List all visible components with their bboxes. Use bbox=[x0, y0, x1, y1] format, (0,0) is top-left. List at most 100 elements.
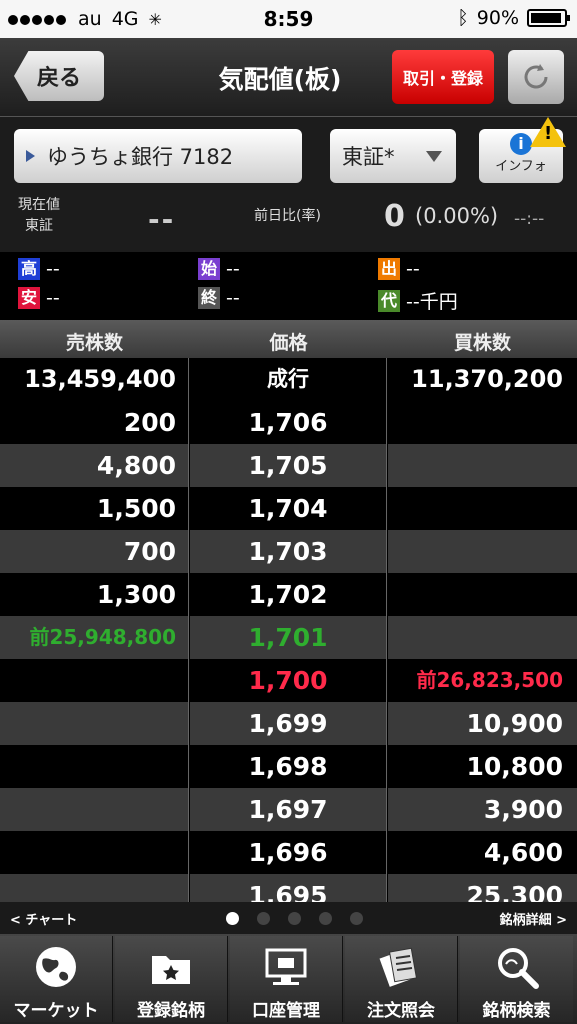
buy-cell: 25,300 bbox=[388, 874, 577, 902]
board-row[interactable]: 前25,948,800 1,701 bbox=[0, 616, 577, 659]
page-dot[interactable] bbox=[288, 912, 301, 925]
high-cell: 高 -- bbox=[18, 258, 60, 280]
board-row[interactable]: 1,300 1,702 bbox=[0, 573, 577, 616]
buy-cell bbox=[388, 616, 577, 659]
board-row[interactable]: 4,800 1,705 bbox=[0, 444, 577, 487]
buy-cell: 前26,823,500 bbox=[388, 659, 577, 702]
tab-search[interactable]: 銘柄検索 bbox=[460, 936, 573, 1022]
sell-cell bbox=[0, 659, 189, 702]
volume-tag: 出 bbox=[378, 258, 400, 280]
board-row[interactable]: 1,698 10,800 bbox=[0, 745, 577, 788]
market-dropdown[interactable]: 東証* bbox=[330, 129, 456, 183]
sell-cell bbox=[0, 745, 189, 788]
magnifier-icon bbox=[497, 948, 539, 989]
page-dots[interactable] bbox=[226, 912, 365, 925]
close-tag: 終 bbox=[198, 287, 220, 309]
board-row[interactable]: 1,500 1,704 bbox=[0, 487, 577, 530]
sell-cell bbox=[0, 702, 189, 745]
chart-link[interactable]: < チャート bbox=[10, 909, 77, 928]
back-button[interactable]: 戻る bbox=[14, 51, 104, 101]
sell-cell bbox=[0, 831, 189, 874]
buy-cell: 3,900 bbox=[388, 788, 577, 831]
stock-selector[interactable]: ゆうちょ銀行 7182 bbox=[14, 129, 302, 183]
high-value: -- bbox=[46, 258, 60, 280]
price-cell: 1,697 bbox=[190, 788, 387, 831]
page-title: 気配値(板) bbox=[218, 65, 342, 94]
battery-percent: 90% bbox=[476, 7, 519, 29]
tab-label: 銘柄検索 bbox=[482, 1001, 551, 1021]
trade-register-button[interactable]: 取引・登録 bbox=[392, 50, 494, 104]
low-value: -- bbox=[46, 287, 60, 309]
buy-cell: 10,900 bbox=[388, 702, 577, 745]
board-row[interactable]: 700 1,703 bbox=[0, 530, 577, 573]
page-dot[interactable] bbox=[226, 912, 239, 925]
tab-watchlist[interactable]: 登録銘柄 bbox=[115, 936, 228, 1022]
chevron-down-icon bbox=[426, 151, 442, 162]
market-order-buy: 11,370,200 bbox=[388, 358, 577, 401]
sell-cell: 1,500 bbox=[0, 487, 189, 530]
price-cell: 1,704 bbox=[190, 487, 387, 530]
page-indicator-bar: < チャート 銘柄詳細 > bbox=[0, 902, 577, 934]
price-label: 現在値 東証 bbox=[18, 197, 60, 234]
market-order-sell: 13,459,400 bbox=[0, 358, 189, 401]
price-cell: 1,702 bbox=[190, 573, 387, 616]
market-order-label: 成行 bbox=[190, 358, 387, 401]
buy-cell bbox=[388, 530, 577, 573]
star-folder-icon bbox=[152, 956, 190, 984]
price-cell: 1,696 bbox=[190, 831, 387, 874]
sell-cell: 1,300 bbox=[0, 573, 189, 616]
tab-label: 注文照会 bbox=[367, 1001, 435, 1021]
page-dot[interactable] bbox=[350, 912, 363, 925]
volume-cell: 出 -- bbox=[378, 258, 420, 280]
tab-bar: マーケット 登録銘柄 口座管理 注文照会 銘柄検索 bbox=[0, 934, 577, 1024]
price-cell: 1,703 bbox=[190, 530, 387, 573]
price-cell: 1,698 bbox=[190, 745, 387, 788]
open-cell: 始 -- bbox=[198, 258, 240, 280]
play-icon bbox=[26, 150, 35, 162]
stock-detail-link[interactable]: 銘柄詳細 > bbox=[500, 909, 567, 928]
sell-cell: 200 bbox=[0, 401, 189, 444]
warning-mark: ! bbox=[544, 123, 553, 144]
change-label: 前日比(率) bbox=[254, 208, 321, 224]
page-dot[interactable] bbox=[319, 912, 332, 925]
sell-cell bbox=[0, 788, 189, 831]
market-value: 東証* bbox=[342, 145, 395, 169]
board-row[interactable]: 1,696 4,600 bbox=[0, 831, 577, 874]
price-cell: 1,701 bbox=[190, 616, 387, 659]
status-bar: au 4G ✳ 8:59 ᛒ 90% bbox=[0, 0, 577, 38]
order-board[interactable]: 13,459,400 成行 11,370,200 200 1,706 4,800 1,… bbox=[0, 358, 577, 902]
close-cell: 終 -- bbox=[198, 287, 240, 309]
buy-cell bbox=[388, 444, 577, 487]
buy-header: 買株数 bbox=[453, 332, 511, 354]
tab-orders[interactable]: 注文照会 bbox=[345, 936, 458, 1022]
amount-cell: 代 --千円 bbox=[378, 287, 458, 314]
battery-icon bbox=[527, 9, 570, 27]
change-value: 0 bbox=[384, 199, 405, 234]
tab-account[interactable]: 口座管理 bbox=[230, 936, 343, 1022]
ohlc-panel: 高 -- 安 -- 始 -- 終 -- 出 -- 代 --千円 bbox=[0, 254, 577, 318]
globe-icon bbox=[36, 947, 76, 987]
board-row[interactable]: 1,695 25,300 bbox=[0, 874, 577, 902]
board-row[interactable]: 1,697 3,900 bbox=[0, 788, 577, 831]
stock-info: ゆうちょ銀行 7182 東証* i インフォ ! 現在値 東証 -- 前日比(率… bbox=[0, 117, 577, 252]
info-icon: i bbox=[510, 133, 532, 155]
sell-cell: 4,800 bbox=[0, 444, 189, 487]
board-row[interactable]: 1,699 10,900 bbox=[0, 702, 577, 745]
sell-cell: 700 bbox=[0, 530, 189, 573]
tab-label: 登録銘柄 bbox=[137, 1001, 205, 1021]
nav-bar: 戻る 気配値(板) 取引・登録 bbox=[0, 38, 577, 117]
stock-name: ゆうちょ銀行 7182 bbox=[47, 145, 234, 169]
tab-market[interactable]: マーケット bbox=[0, 936, 113, 1022]
page-dot[interactable] bbox=[257, 912, 270, 925]
high-tag: 高 bbox=[18, 258, 40, 280]
sell-cell: 前25,948,800 bbox=[0, 616, 189, 659]
open-value: -- bbox=[226, 258, 240, 280]
price-header: 価格 bbox=[269, 332, 308, 354]
amount-tag: 代 bbox=[378, 289, 400, 312]
buy-cell bbox=[388, 401, 577, 444]
refresh-button[interactable] bbox=[508, 50, 564, 104]
board-row[interactable]: 1,700 前26,823,500 bbox=[0, 659, 577, 702]
buy-cell bbox=[388, 573, 577, 616]
board-row[interactable]: 200 1,706 bbox=[0, 401, 577, 444]
open-tag: 始 bbox=[198, 258, 220, 280]
